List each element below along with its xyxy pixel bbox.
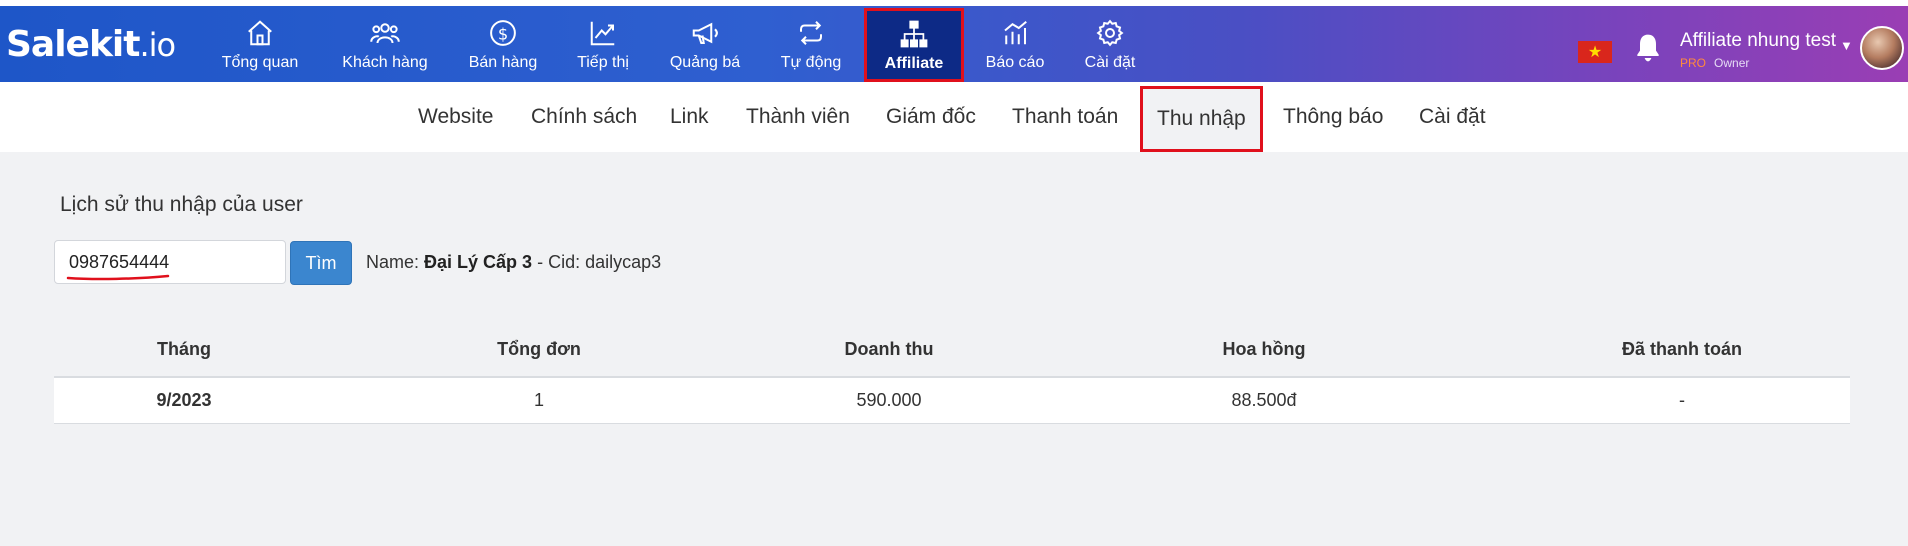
top-header: Salekit.io Tổng quan Khách hàng $ Bán hà…: [0, 6, 1908, 82]
header-doanh-thu[interactable]: Doanh thu: [764, 322, 1014, 376]
tab-cai-dat[interactable]: Cài đặt: [1419, 82, 1486, 152]
gear-icon: [1096, 19, 1124, 47]
vietnam-flag-icon[interactable]: ★: [1578, 41, 1612, 63]
income-table: Tháng Tổng đơn Doanh thu Hoa hồng Đã tha…: [54, 322, 1850, 424]
repeat-icon: [800, 21, 822, 45]
tab-chinh-sach[interactable]: Chính sách: [531, 82, 637, 152]
bell-icon[interactable]: [1632, 32, 1664, 64]
user-name-value: Đại Lý Cấp 3: [424, 252, 533, 272]
cell-commission: 88.500đ: [1231, 390, 1297, 410]
tab-thanh-toan[interactable]: Thanh toán: [1012, 82, 1118, 152]
user-plan: PRO Owner: [1680, 56, 1749, 70]
cell-month: 9/2023: [156, 390, 212, 410]
users-icon: [370, 23, 400, 44]
nav-quang-ba[interactable]: Quảng bá: [650, 14, 760, 76]
tab-giam-doc[interactable]: Giám đốc: [886, 82, 976, 152]
megaphone-icon: [692, 22, 718, 44]
chart-icon: [1004, 20, 1027, 45]
tab-thong-bao[interactable]: Thông báo: [1283, 82, 1383, 152]
avatar[interactable]: [1860, 26, 1904, 70]
nav-bao-cao[interactable]: Báo cáo: [960, 14, 1070, 76]
nav-khach-hang[interactable]: Khách hàng: [330, 14, 440, 76]
cell-revenue: 590.000: [856, 390, 922, 410]
nav-tiep-thi[interactable]: Tiếp thị: [548, 14, 658, 76]
nav-cai-dat[interactable]: Cài đặt: [1055, 14, 1165, 76]
cell-orders: 1: [533, 390, 544, 410]
user-info: Name: Đại Lý Cấp 3 - Cid: dailycap3: [366, 252, 662, 272]
chevron-down-icon[interactable]: ▼: [1840, 38, 1853, 53]
nav-tu-dong[interactable]: Tự động: [756, 14, 866, 76]
table-row: 9/2023 1 590.000 88.500đ -: [54, 378, 1850, 424]
page-title: Lịch sử thu nhập của user: [60, 193, 303, 216]
nav-tong-quan[interactable]: Tổng quan: [205, 14, 315, 76]
user-role: Owner: [1714, 56, 1750, 70]
header-thang[interactable]: Tháng: [54, 322, 314, 376]
home-icon: [248, 20, 272, 46]
trend-icon: [590, 21, 615, 46]
cell-paid: -: [1679, 390, 1685, 410]
header-da-thanh-toan[interactable]: Đã thanh toán: [1514, 322, 1850, 376]
header-hoa-hong[interactable]: Hoa hồng: [1014, 322, 1514, 376]
sub-nav: Website Chính sách Link Thành viên Giám …: [0, 82, 1908, 152]
header-tong-don[interactable]: Tổng đơn: [314, 322, 764, 376]
user-name[interactable]: Affiliate nhung test: [1680, 30, 1836, 52]
find-button[interactable]: Tìm: [290, 241, 352, 285]
plan-badge: PRO: [1680, 56, 1707, 70]
svg-text:$: $: [498, 24, 508, 43]
tab-website[interactable]: Website: [418, 82, 493, 152]
table-header: Tháng Tổng đơn Doanh thu Hoa hồng Đã tha…: [54, 322, 1850, 378]
nav-affiliate[interactable]: Affiliate: [864, 8, 964, 82]
tab-thanh-vien[interactable]: Thành viên: [746, 82, 850, 152]
tab-link[interactable]: Link: [670, 82, 709, 152]
red-underline-annotation: [66, 274, 170, 281]
nav-ban-hang[interactable]: $ Bán hàng: [448, 14, 558, 76]
tab-thu-nhap[interactable]: Thu nhập: [1140, 86, 1263, 152]
dollar-icon: $: [490, 20, 516, 46]
sitemap-icon: [900, 20, 928, 48]
salekit-logo[interactable]: Salekit.io: [6, 24, 176, 65]
